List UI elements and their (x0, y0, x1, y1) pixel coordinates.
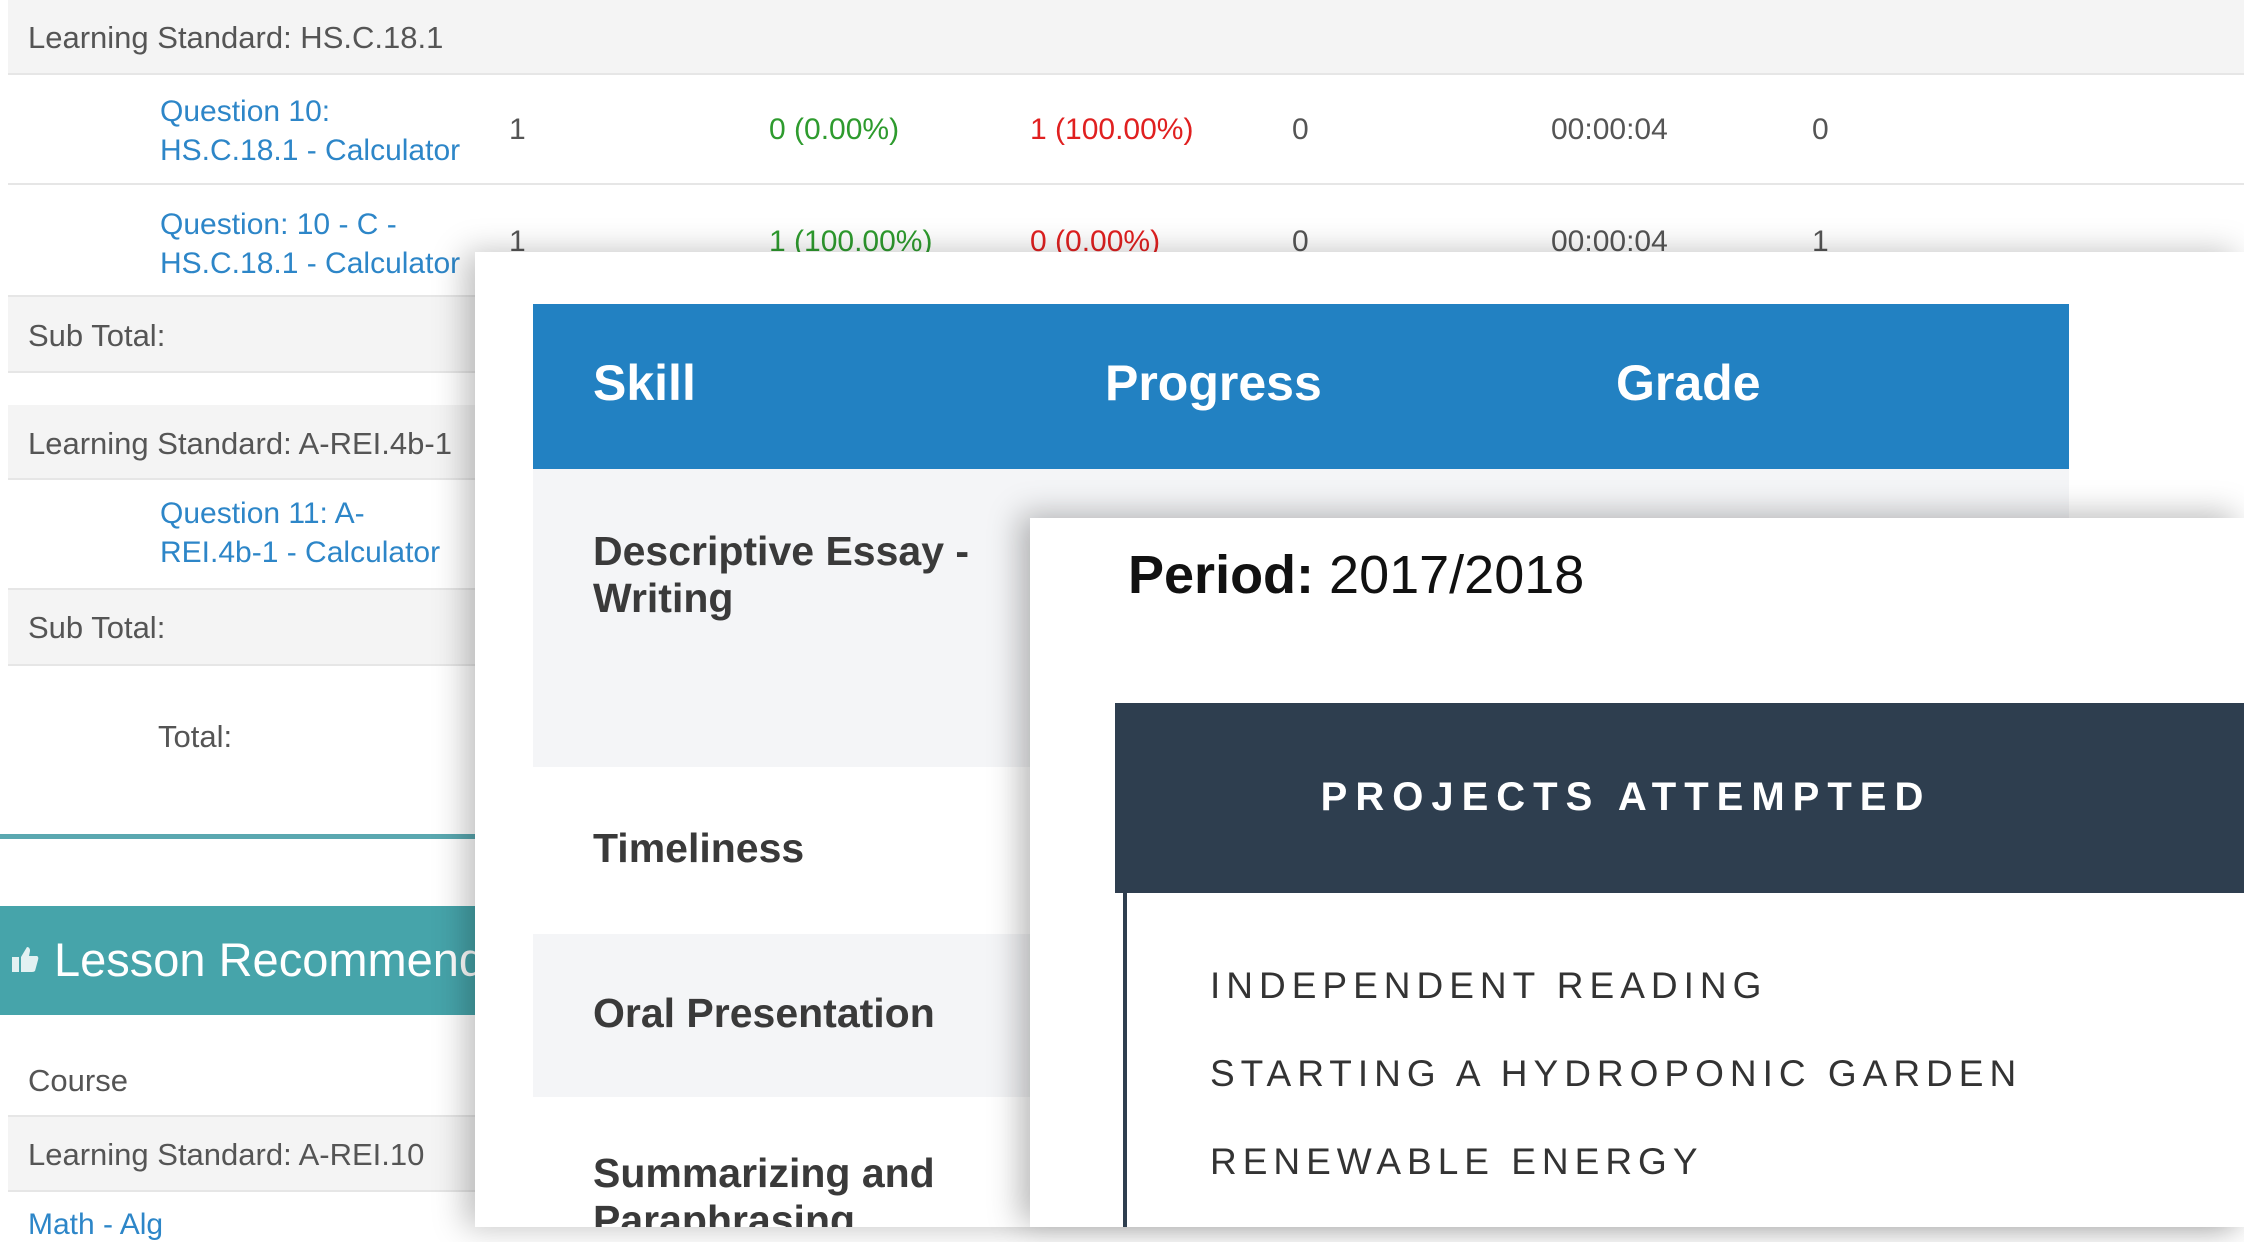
period-label: Period: (1128, 545, 1315, 605)
projects-title: PROJECTS ATTEMPTED (1320, 775, 1932, 819)
incorrect-cell: 1 (100.00%) (1030, 113, 1194, 146)
question-link[interactable]: Question: 10 - C - HS.C.18.1 - Calculato… (160, 205, 460, 283)
skill-column-header: Skill (593, 355, 696, 411)
learning-standard-row: Learning Standard: HS.C.18.1 (8, 0, 2244, 75)
skill-name: Summarizing and Paraphrasing (593, 1150, 935, 1227)
attempts-cell: 1 (509, 113, 526, 146)
skipped-cell: 0 (1292, 113, 1309, 146)
projects-border (1123, 893, 1127, 1227)
lesson-recommendations-header[interactable]: Lesson Recommenda (0, 906, 511, 1015)
skills-table-header: Skill Progress Grade (533, 304, 2069, 469)
subtotal-label: Sub Total: (28, 610, 166, 645)
score-cell: 0 (1812, 113, 1829, 146)
lesson-recommendations-title: Lesson Recommenda (54, 933, 512, 986)
section-divider (0, 834, 475, 839)
grade-column-header: Grade (1616, 355, 1761, 411)
skill-name: Timeliness (593, 825, 805, 871)
skill-name: Descriptive Essay - Writing (593, 528, 970, 621)
period-value: 2017/2018 (1329, 545, 1585, 605)
subtotal-label: Sub Total: (28, 318, 166, 353)
question-link[interactable]: Question 10: HS.C.18.1 - Calculator (160, 92, 460, 170)
learning-standard-label: Learning Standard: A-REI.10 (28, 1137, 425, 1172)
progress-column-header: Progress (1105, 355, 1322, 411)
total-label: Total: (158, 719, 233, 754)
learning-standard-label: Learning Standard: HS.C.18.1 (28, 20, 444, 55)
question-link[interactable]: Question 11: A- REI.4b-1 - Calculator (160, 494, 440, 572)
time-cell: 00:00:04 (1551, 113, 1668, 146)
project-item: RENEWABLE ENERGY (1210, 1141, 1704, 1182)
question-row: Question 10: HS.C.18.1 - Calculator 1 0 … (8, 75, 2244, 185)
projects-header: PROJECTS ATTEMPTED (1115, 703, 2244, 893)
period-heading: Period: 2017/2018 (1128, 544, 1584, 606)
period-card: Period: 2017/2018 PROJECTS ATTEMPTED IND… (1030, 518, 2244, 1227)
learning-standard-label: Learning Standard: A-REI.4b-1 (28, 426, 452, 461)
thumbs-up-icon (12, 947, 39, 972)
course-label: Course (28, 1063, 128, 1098)
course-link[interactable]: Math - Alg (28, 1208, 163, 1242)
project-item: INDEPENDENT READING (1210, 965, 1768, 1006)
project-item: STARTING A HYDROPONIC GARDEN (1210, 1053, 2023, 1094)
correct-cell: 0 (0.00%) (769, 113, 900, 146)
skill-name: Oral Presentation (593, 990, 935, 1036)
